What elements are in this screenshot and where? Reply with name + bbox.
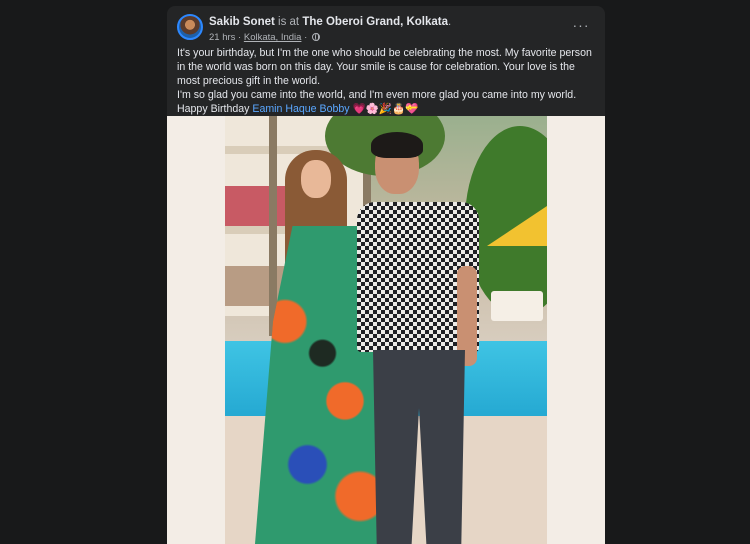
post-text-line-2: I'm so glad you came into the world, and…	[177, 88, 597, 116]
lounge-chair	[491, 291, 543, 321]
palm-trunk	[269, 116, 277, 336]
photo-container[interactable]	[167, 116, 605, 544]
emoji-string: 💗🌸🎉🎂💝	[352, 103, 419, 115]
globe-icon	[311, 33, 320, 41]
author-avatar[interactable]	[177, 14, 203, 40]
post-photo[interactable]	[225, 116, 547, 544]
post-header: Sakib Sonet is at The Oberoi Grand, Kolk…	[177, 14, 595, 46]
woman-face	[301, 160, 331, 198]
place-link[interactable]: The Oberoi Grand, Kolkata	[302, 16, 448, 28]
meta-separator: ·	[238, 32, 242, 43]
place-suffix: .	[448, 16, 452, 28]
author-line: Sakib Sonet is at The Oberoi Grand, Kolk…	[209, 16, 451, 28]
tagged-person-link[interactable]: Eamin Haque Bobby	[252, 103, 349, 115]
post-meta: 21 hrs · Kolkata, India ·	[209, 32, 320, 43]
location-link[interactable]: Kolkata, India	[244, 32, 302, 43]
meta-separator-2: ·	[304, 32, 308, 43]
author-name[interactable]: Sakib Sonet	[209, 16, 275, 28]
post-card: Sakib Sonet is at The Oberoi Grand, Kolk…	[167, 6, 605, 544]
man-hair	[371, 132, 423, 158]
post-text-line-1: It's your birthday, but I'm the one who …	[177, 47, 592, 87]
post-text: It's your birthday, but I'm the one who …	[177, 46, 597, 116]
is-at-text: is at	[278, 16, 300, 28]
more-options-button[interactable]: ···	[571, 18, 591, 34]
post-time[interactable]: 21 hrs	[209, 32, 235, 43]
